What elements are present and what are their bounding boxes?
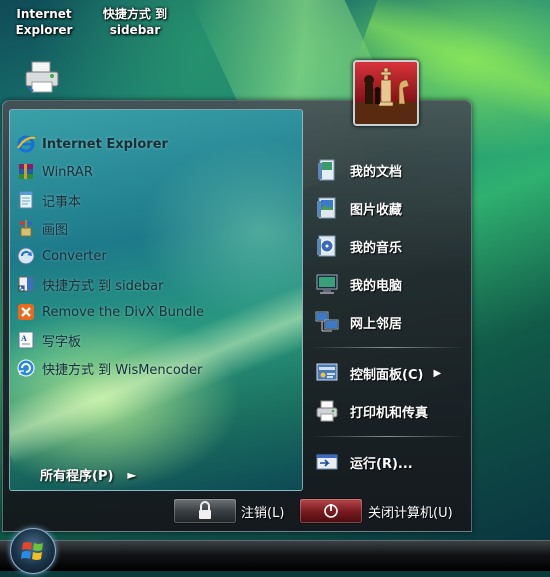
menu-item-run[interactable]: 运行(R)... xyxy=(308,443,468,481)
wismencoder-icon xyxy=(16,358,36,378)
menu-separator xyxy=(312,436,464,437)
menu-item-my-documents[interactable]: 我的文档 xyxy=(308,151,468,189)
start-menu: Internet Explorer WinRAR 记事本 画图 Converte… xyxy=(2,100,472,532)
program-item-remove-divx[interactable]: Remove the DivX Bundle xyxy=(16,298,301,326)
computer-icon xyxy=(314,271,340,297)
run-icon xyxy=(314,449,340,475)
program-item-winrar[interactable]: WinRAR xyxy=(16,158,301,186)
program-label: 记事本 xyxy=(42,194,82,210)
program-label: Remove the DivX Bundle xyxy=(42,304,204,320)
program-list: Internet Explorer WinRAR 记事本 画图 Converte… xyxy=(16,130,301,382)
menu-item-label: 运行(R)... xyxy=(350,456,413,472)
program-item-wordpad[interactable]: A 写字板 xyxy=(16,326,301,354)
start-button[interactable] xyxy=(10,528,56,574)
chevron-right-icon: ► xyxy=(127,467,137,482)
menu-item-my-computer[interactable]: 我的电脑 xyxy=(308,265,468,303)
menu-item-label: 网上邻居 xyxy=(350,316,403,332)
lock-button[interactable] xyxy=(173,498,237,524)
shutdown-button[interactable] xyxy=(299,498,363,524)
program-label: 快捷方式 到 sidebar xyxy=(42,278,164,294)
divx-remove-icon xyxy=(16,302,36,322)
program-item-converter[interactable]: Converter xyxy=(16,242,301,270)
all-programs-label: 所有程序(P) xyxy=(40,469,114,484)
printer-icon xyxy=(314,398,340,424)
menu-item-label: 打印机和传真 xyxy=(350,405,429,421)
windows-logo-icon xyxy=(21,542,43,560)
power-icon xyxy=(324,504,338,518)
user-account-picture[interactable] xyxy=(353,60,419,126)
program-item-sidebar-shortcut[interactable]: 快捷方式 到 sidebar xyxy=(16,270,301,298)
menu-item-music[interactable]: 我的音乐 xyxy=(308,227,468,265)
desktop-icon-sidebar-label[interactable]: 快捷方式 到 sidebar xyxy=(90,6,180,38)
menu-item-label: 控制面板(C) xyxy=(350,367,424,383)
desktop-printer-icon[interactable] xyxy=(24,60,62,94)
notepad-icon xyxy=(16,190,36,210)
all-programs-button[interactable]: 所有程序(P) ► xyxy=(40,465,137,485)
winrar-icon xyxy=(16,162,36,182)
taskbar xyxy=(0,540,550,571)
program-label: 快捷方式 到 WisMencoder xyxy=(42,362,203,378)
logoff-label[interactable]: 注销(L) xyxy=(241,502,284,521)
music-icon xyxy=(314,233,340,259)
network-icon xyxy=(314,309,340,335)
menu-item-pictures[interactable]: 图片收藏 xyxy=(308,189,468,227)
menu-item-label: 我的文档 xyxy=(350,164,403,180)
menu-item-printers-faxes[interactable]: 打印机和传真 xyxy=(308,392,468,430)
ie-icon xyxy=(16,134,36,154)
program-item-paint[interactable]: 画图 xyxy=(16,214,301,242)
lock-icon xyxy=(199,501,211,519)
program-label: 写字板 xyxy=(42,334,82,350)
menu-item-label: 我的音乐 xyxy=(350,240,403,256)
paint-icon xyxy=(16,218,36,238)
right-panel: 我的文档 图片收藏 我的音乐 我的电脑 网上邻居 控制面板(C) ▶ 打印机和传… xyxy=(308,151,468,481)
program-label: Internet Explorer xyxy=(42,136,168,152)
sidebar-shortcut-icon xyxy=(16,274,36,294)
program-label: 画图 xyxy=(42,222,69,238)
shutdown-label[interactable]: 关闭计算机(U) xyxy=(368,502,453,521)
desktop-icon-ie-label[interactable]: Internet Explorer xyxy=(12,6,76,38)
documents-icon xyxy=(314,157,340,183)
menu-item-network[interactable]: 网上邻居 xyxy=(308,303,468,341)
program-label: WinRAR xyxy=(42,164,93,180)
program-item-internet-explorer[interactable]: Internet Explorer xyxy=(16,130,301,158)
svg-text:A: A xyxy=(21,334,27,343)
wordpad-icon: A xyxy=(16,330,36,350)
pictures-icon xyxy=(314,195,340,221)
menu-item-label: 图片收藏 xyxy=(350,202,403,218)
menu-separator xyxy=(312,347,464,348)
program-item-wismencoder[interactable]: 快捷方式 到 WisMencoder xyxy=(16,354,301,382)
control-panel-icon xyxy=(314,360,340,386)
menu-item-control-panel[interactable]: 控制面板(C) ▶ xyxy=(308,354,468,392)
program-label: Converter xyxy=(42,248,107,264)
converter-icon xyxy=(16,246,36,266)
submenu-arrow-icon: ▶ xyxy=(433,367,442,379)
pinned-programs-panel: Internet Explorer WinRAR 记事本 画图 Converte… xyxy=(9,109,303,491)
program-item-notepad[interactable]: 记事本 xyxy=(16,186,301,214)
menu-item-label: 我的电脑 xyxy=(350,278,403,294)
